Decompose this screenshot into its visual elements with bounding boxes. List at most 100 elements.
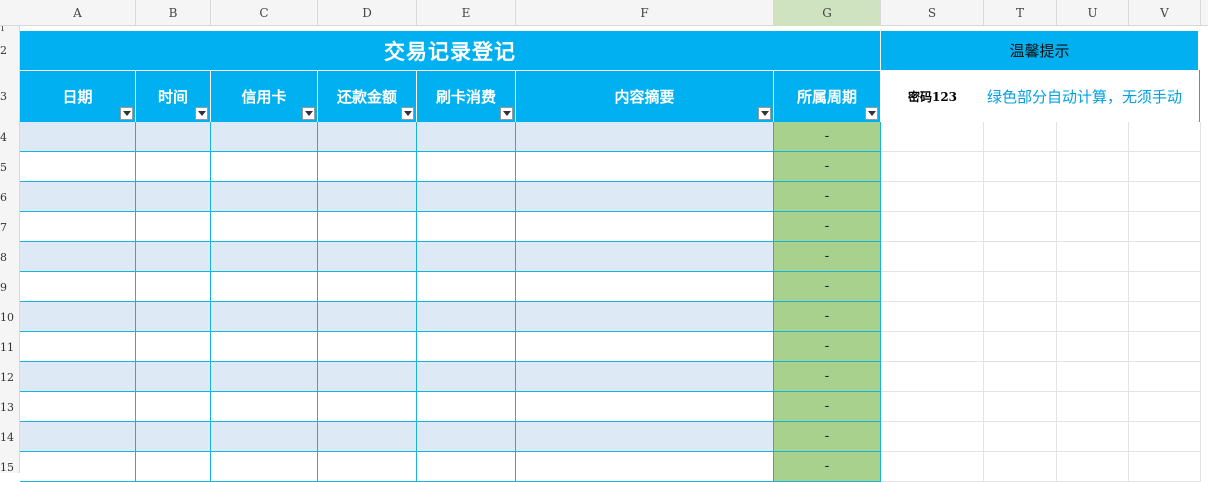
column-header-g[interactable]: G <box>774 0 881 26</box>
period-cell[interactable]: - <box>774 332 881 362</box>
table-cell[interactable] <box>516 182 774 212</box>
column-header-f[interactable]: F <box>516 0 774 26</box>
table-cell[interactable] <box>211 362 318 392</box>
empty-cell[interactable] <box>1057 272 1129 302</box>
empty-cell[interactable] <box>881 272 984 302</box>
period-cell[interactable]: - <box>774 302 881 332</box>
table-cell[interactable] <box>417 242 516 272</box>
table-cell[interactable] <box>20 122 136 152</box>
table-cell[interactable] <box>417 122 516 152</box>
table-cell[interactable] <box>318 272 417 302</box>
row-header[interactable]: 9 <box>0 272 20 302</box>
empty-cell[interactable] <box>984 422 1057 452</box>
column-header-a[interactable]: A <box>20 0 136 26</box>
empty-cell[interactable] <box>984 212 1057 242</box>
header-repay[interactable]: 还款金额 <box>318 70 417 122</box>
empty-cell[interactable] <box>984 242 1057 272</box>
table-cell[interactable] <box>20 332 136 362</box>
empty-cell[interactable] <box>1129 242 1201 272</box>
empty-cell[interactable] <box>1129 422 1201 452</box>
column-header-t[interactable]: T <box>984 0 1057 26</box>
table-cell[interactable] <box>211 332 318 362</box>
table-cell[interactable] <box>20 302 136 332</box>
table-cell[interactable] <box>516 422 774 452</box>
period-cell[interactable]: - <box>774 122 881 152</box>
table-cell[interactable] <box>318 422 417 452</box>
empty-cell[interactable] <box>1057 152 1129 182</box>
tips-title[interactable]: 温馨提示 <box>881 31 1198 70</box>
row-header[interactable]: 6 <box>0 182 20 212</box>
row-header[interactable]: 11 <box>0 332 20 362</box>
period-cell[interactable]: - <box>774 362 881 392</box>
period-cell[interactable]: - <box>774 272 881 302</box>
table-cell[interactable] <box>136 212 211 242</box>
empty-cell[interactable] <box>881 452 984 482</box>
table-cell[interactable] <box>211 302 318 332</box>
empty-cell[interactable] <box>1057 332 1129 362</box>
empty-cell[interactable] <box>1057 392 1129 422</box>
empty-cell[interactable] <box>984 362 1057 392</box>
empty-cell[interactable] <box>1129 452 1201 482</box>
table-cell[interactable] <box>20 182 136 212</box>
table-cell[interactable] <box>417 392 516 422</box>
table-cell[interactable] <box>20 152 136 182</box>
table-cell[interactable] <box>318 302 417 332</box>
table-cell[interactable] <box>136 332 211 362</box>
table-cell[interactable] <box>516 392 774 422</box>
table-cell[interactable] <box>20 242 136 272</box>
column-header-v[interactable]: V <box>1129 0 1201 26</box>
table-cell[interactable] <box>211 212 318 242</box>
column-header-e[interactable]: E <box>417 0 516 26</box>
table-cell[interactable] <box>318 332 417 362</box>
empty-cell[interactable] <box>1057 422 1129 452</box>
header-date[interactable]: 日期 <box>20 70 136 122</box>
table-cell[interactable] <box>136 302 211 332</box>
table-cell[interactable] <box>136 242 211 272</box>
header-period[interactable]: 所属周期 <box>774 70 881 122</box>
empty-cell[interactable] <box>984 452 1057 482</box>
period-cell[interactable]: - <box>774 392 881 422</box>
table-cell[interactable] <box>318 242 417 272</box>
tips-note-cell[interactable]: 绿色部分自动计算，无须手动 <box>984 70 1200 122</box>
empty-cell[interactable] <box>881 422 984 452</box>
table-cell[interactable] <box>417 452 516 482</box>
row-header[interactable]: 2 <box>0 31 20 70</box>
header-card[interactable]: 信用卡 <box>211 70 318 122</box>
row-header[interactable]: 10 <box>0 302 20 332</box>
filter-dropdown-icon[interactable] <box>865 107 878 120</box>
table-cell[interactable] <box>20 362 136 392</box>
header-time[interactable]: 时间 <box>136 70 211 122</box>
header-summary[interactable]: 内容摘要 <box>516 70 774 122</box>
period-cell[interactable]: - <box>774 212 881 242</box>
period-cell[interactable]: - <box>774 242 881 272</box>
empty-cell[interactable] <box>881 392 984 422</box>
empty-cell[interactable] <box>1129 152 1201 182</box>
empty-cell[interactable] <box>984 272 1057 302</box>
empty-cell[interactable] <box>881 242 984 272</box>
table-cell[interactable] <box>318 392 417 422</box>
empty-cell[interactable] <box>881 332 984 362</box>
empty-cell[interactable] <box>1129 362 1201 392</box>
row-header[interactable]: 3 <box>0 70 20 122</box>
table-cell[interactable] <box>136 452 211 482</box>
period-cell[interactable]: - <box>774 152 881 182</box>
header-spend[interactable]: 刷卡消费 <box>417 70 516 122</box>
period-cell[interactable]: - <box>774 422 881 452</box>
empty-cell[interactable] <box>1129 212 1201 242</box>
table-cell[interactable] <box>417 272 516 302</box>
row-header[interactable]: 8 <box>0 242 20 272</box>
table-cell[interactable] <box>516 362 774 392</box>
table-cell[interactable] <box>417 422 516 452</box>
row-header[interactable]: 12 <box>0 362 20 392</box>
table-cell[interactable] <box>136 392 211 422</box>
table-cell[interactable] <box>20 422 136 452</box>
row-header[interactable]: 5 <box>0 152 20 182</box>
column-header-b[interactable]: B <box>136 0 211 26</box>
empty-cell[interactable] <box>1057 182 1129 212</box>
table-cell[interactable] <box>516 302 774 332</box>
filter-dropdown-icon[interactable] <box>401 107 414 120</box>
empty-cell[interactable] <box>984 152 1057 182</box>
column-header-c[interactable]: C <box>211 0 318 26</box>
table-cell[interactable] <box>20 212 136 242</box>
table-cell[interactable] <box>516 272 774 302</box>
